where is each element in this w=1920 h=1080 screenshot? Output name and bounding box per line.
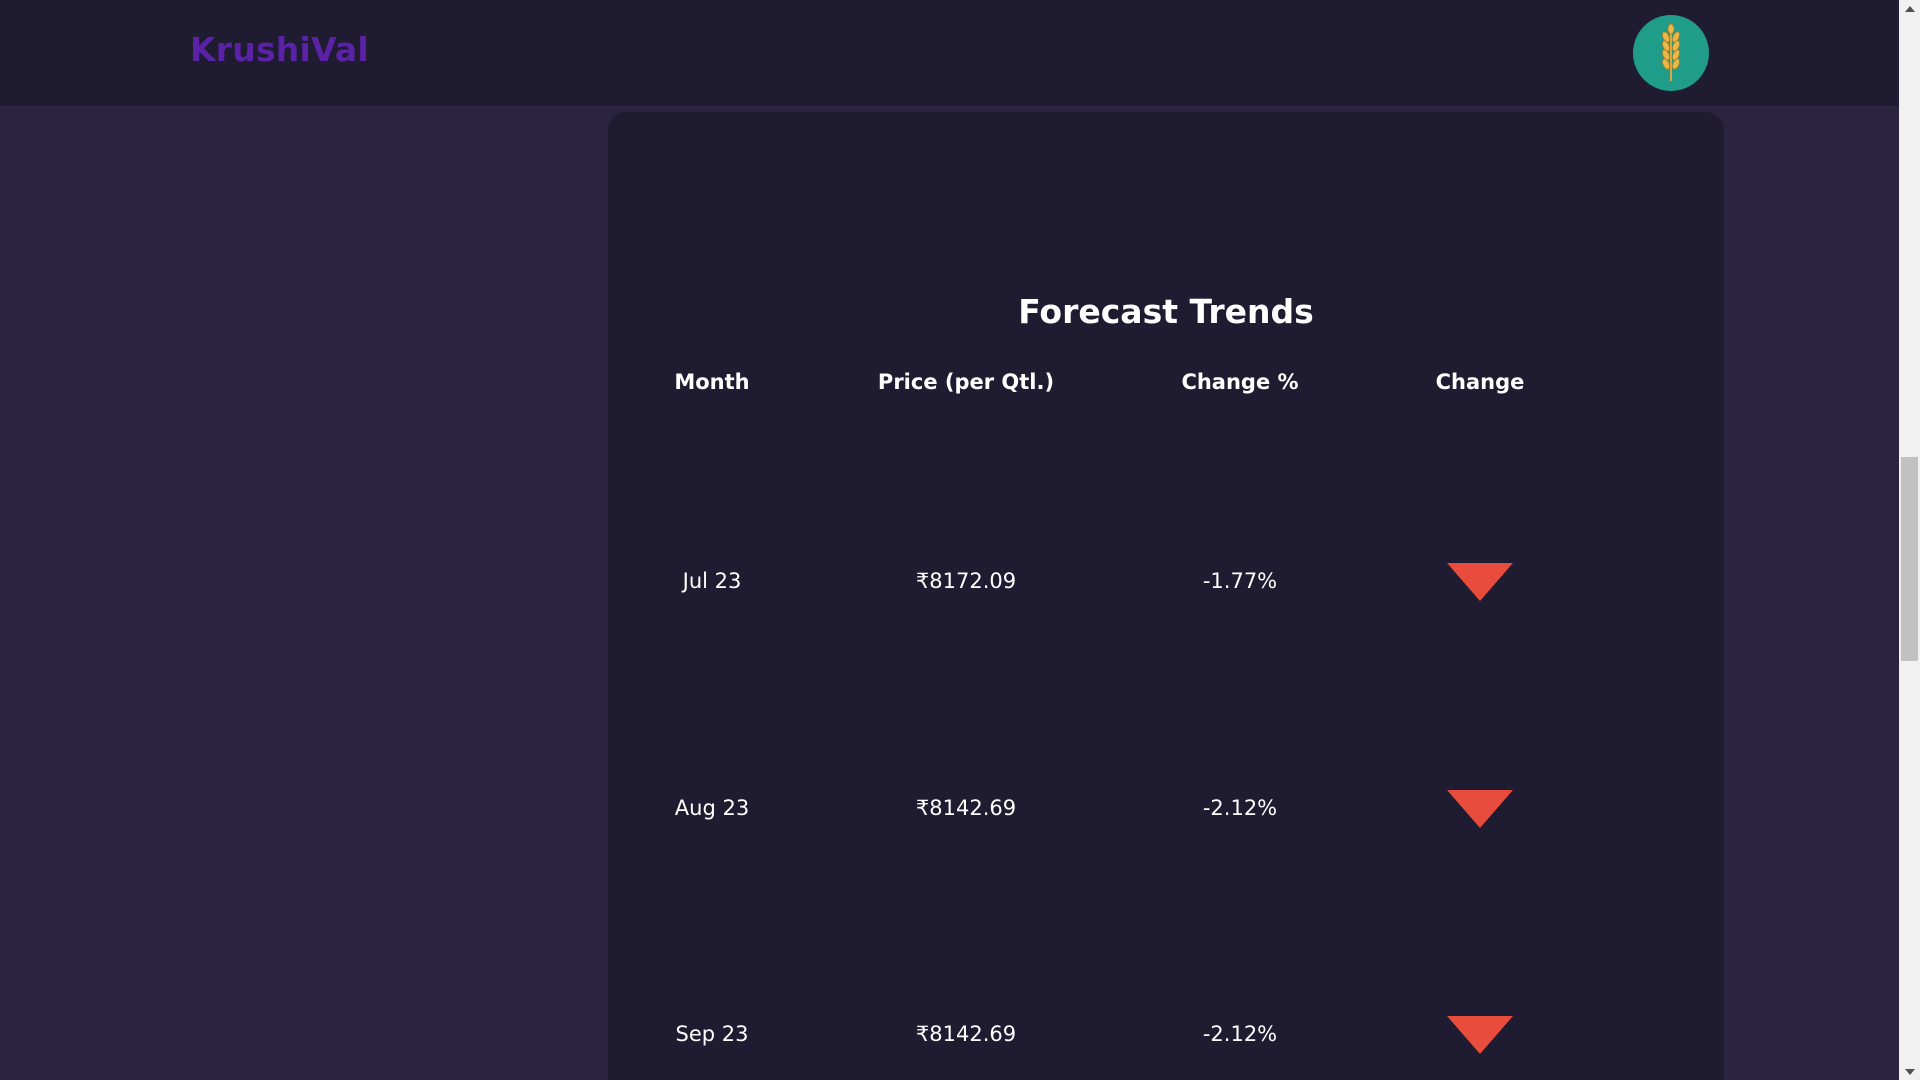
row-3-change — [1380, 1016, 1580, 1054]
scroll-down-button[interactable] — [1899, 1063, 1920, 1080]
down-arrow-icon — [1447, 1016, 1513, 1054]
row-1-price: ₹8172.09 — [915, 569, 1017, 593]
chevron-up-icon — [1904, 5, 1915, 12]
profile-avatar[interactable] — [1633, 15, 1709, 91]
down-arrow-icon — [1447, 790, 1513, 828]
row-3-change-pct: -2.12% — [1202, 1022, 1278, 1046]
row-3-month: Sep 23 — [675, 1022, 749, 1046]
top-navbar: KrushiVal — [0, 0, 1899, 106]
row-1-month: Jul 23 — [682, 569, 742, 593]
scrollbar-thumb[interactable] — [1901, 457, 1918, 661]
row-2-month: Aug 23 — [674, 796, 750, 820]
chevron-down-icon — [1904, 1068, 1915, 1075]
page: KrushiVal Forecast Trends Month Price (p… — [0, 0, 1920, 1080]
column-header-change-pct: Change % — [1181, 370, 1299, 394]
row-2-change — [1380, 790, 1580, 828]
row-1-change-pct: -1.77% — [1202, 569, 1278, 593]
vertical-scrollbar[interactable] — [1899, 0, 1920, 1080]
scroll-up-button[interactable] — [1899, 0, 1920, 17]
column-header-change: Change — [1435, 370, 1525, 394]
wheat-icon — [1662, 23, 1680, 81]
down-arrow-icon — [1447, 563, 1513, 601]
brand-logo-text[interactable]: KrushiVal — [190, 30, 369, 69]
column-header-month: Month — [674, 370, 750, 394]
forecast-title: Forecast Trends — [1018, 292, 1314, 331]
row-2-price: ₹8142.69 — [915, 796, 1017, 820]
row-1-change — [1380, 563, 1580, 601]
column-header-price: Price (per Qtl.) — [877, 370, 1055, 394]
row-3-price: ₹8142.69 — [915, 1022, 1017, 1046]
row-2-change-pct: -2.12% — [1202, 796, 1278, 820]
